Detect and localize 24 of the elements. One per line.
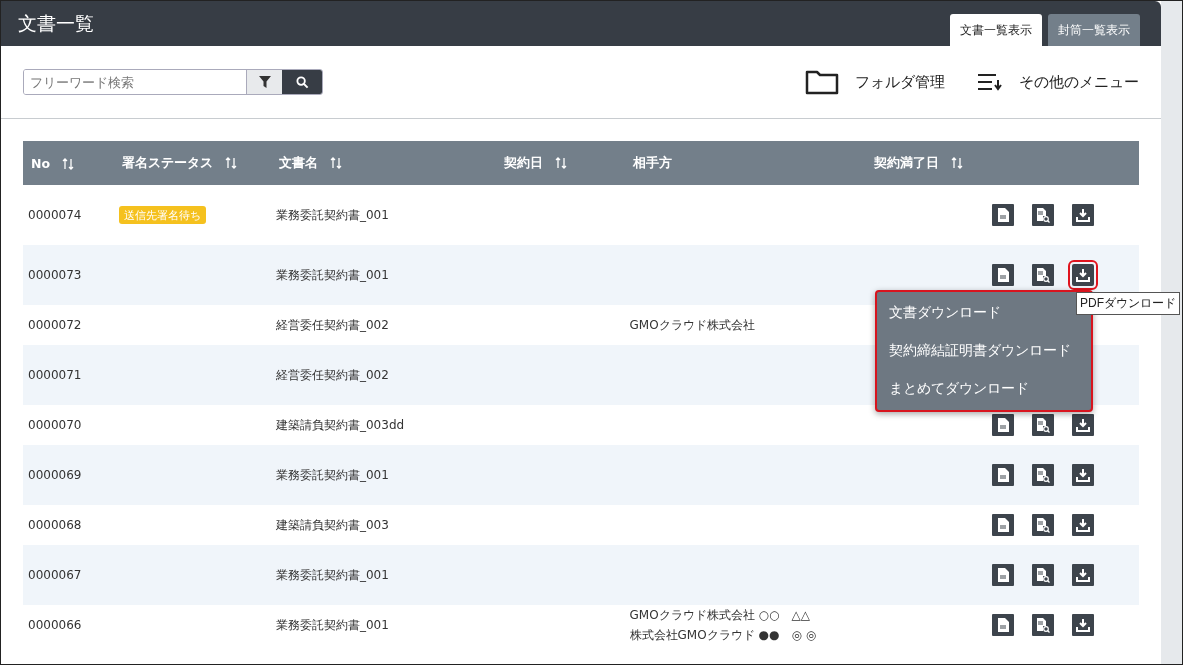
status-badge: 送信先署名待ち <box>119 205 207 224</box>
table-cell: 業務委託契約書_001 <box>271 245 497 305</box>
table-cell: 0000068 <box>23 505 115 545</box>
table-cell: 0000072 <box>23 305 115 345</box>
table-cell: 0000070 <box>23 405 115 445</box>
table-cell: 建築請負契約書_003dd <box>271 405 497 445</box>
table-cell: 0000069 <box>23 445 115 505</box>
table-cell: 業務委託契約書_001 <box>271 445 497 505</box>
table-cell: 0000066 <box>23 605 115 645</box>
table-cell: 業務委託契約書_001 <box>271 545 497 605</box>
table-cell: 業務委託契約書_001 <box>271 605 497 645</box>
table-cell-text: GMOクラウド株式会社 <box>629 317 756 334</box>
table-cell: 経営委任契約書_002 <box>271 305 497 345</box>
table-cell: 建築請負契約書_003 <box>271 505 497 545</box>
table-cell: 0000071 <box>23 345 115 405</box>
table-cell: 0000067 <box>23 545 115 605</box>
table-cell-text: 株式会社GMOクラウド ●● ◎ ◎ <box>629 627 818 644</box>
tooltip: PDFダウンロード <box>1076 292 1180 315</box>
table-cell-text: GMOクラウド株式会社 ○○ △△ <box>629 607 811 624</box>
page-title: 文書一覧 <box>17 10 94 36</box>
table-cell: 0000073 <box>23 245 115 305</box>
table-cell: 0000074 <box>23 185 115 245</box>
table-cell: 経営委任契約書_002 <box>271 345 497 405</box>
table-cell: 業務委託契約書_001 <box>271 185 497 245</box>
